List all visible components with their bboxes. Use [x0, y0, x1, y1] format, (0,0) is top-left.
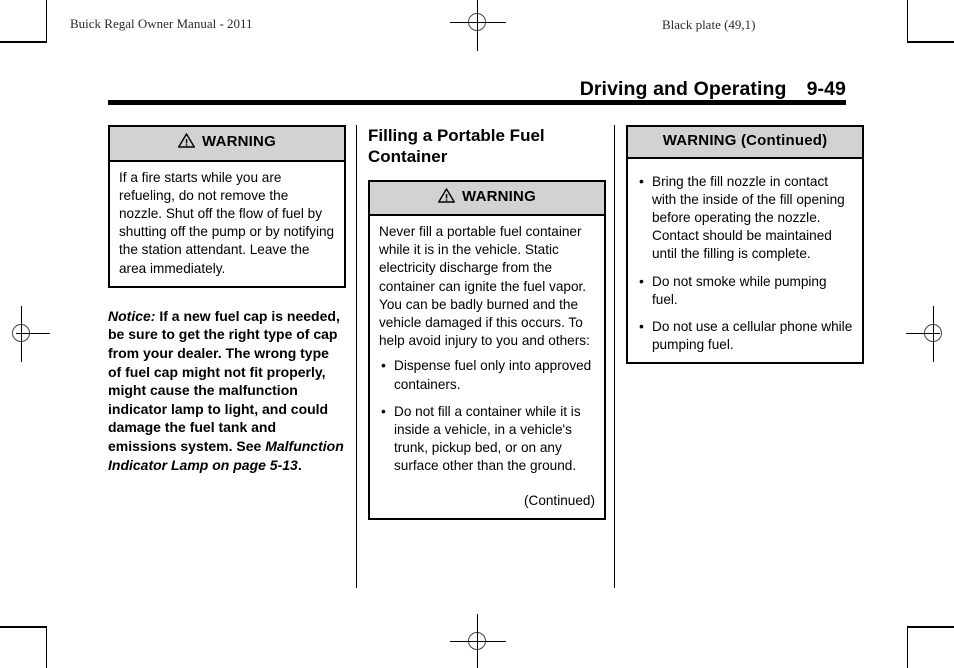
warning-box-body: If a fire starts while you are refueling…: [110, 162, 344, 286]
list-item: Dispense fuel only into approved contain…: [379, 356, 595, 393]
trim-mark-top-left-vertical: [46, 0, 47, 42]
notice-text: If a new fuel cap is needed, be sure to …: [108, 307, 340, 454]
warning-bullet-list: Dispense fuel only into approved contain…: [379, 356, 595, 476]
warning-box-header: WARNING: [110, 127, 344, 162]
warning-triangle-icon: [178, 133, 196, 153]
column-divider-2: [614, 125, 615, 588]
notice-paragraph: Notice: If a new fuel cap is needed, be …: [108, 307, 346, 474]
warning-label: WARNING: [462, 187, 536, 205]
registration-mark-right: [906, 306, 954, 362]
warning-box-continued: WARNING (Continued) Bring the fill nozzl…: [626, 125, 864, 365]
section-title: Driving and Operating: [579, 78, 787, 100]
trim-mark-top-right-vertical: [907, 0, 908, 42]
trim-mark-bottom-right-horizontal: [907, 626, 954, 628]
running-head-right: Black plate (49,1): [662, 17, 756, 32]
warning-text: If a fire starts while you are refueling…: [119, 169, 335, 276]
warning-bullet-list: Bring the fill nozzle in contact with th…: [637, 171, 853, 355]
running-head-left: Buick Regal Owner Manual - 2011: [70, 16, 253, 31]
column-1: WARNING If a fire starts while you are r…: [108, 125, 346, 474]
list-item: Do not smoke while pumping fuel.: [637, 272, 853, 309]
section-heading-rule: [108, 100, 846, 105]
trim-mark-top-right-horizontal: [907, 41, 954, 43]
trim-mark-bottom-left-vertical: [46, 626, 47, 668]
notice-tail: .: [297, 456, 302, 473]
continued-label: (Continued): [523, 492, 595, 508]
warning-label: WARNING (Continued): [662, 132, 828, 149]
registration-mark-left: [0, 306, 50, 362]
trim-mark-bottom-right-vertical: [907, 626, 908, 668]
column-divider-1: [356, 125, 357, 588]
warning-text: Never fill a portable fuel container whi…: [379, 224, 590, 349]
notice-label: Notice:: [108, 307, 156, 324]
warning-label: WARNING: [202, 133, 276, 150]
warning-box-header: WARNING (Continued): [628, 127, 862, 159]
trim-mark-top-left-horizontal: [0, 41, 47, 43]
warning-box-fire: WARNING If a fire starts while you are r…: [108, 125, 346, 288]
warning-box-portable-container: WARNING Never fill a portable fuel conta…: [368, 179, 606, 520]
registration-mark-top: [450, 0, 506, 51]
trim-mark-bottom-left-horizontal: [0, 626, 47, 628]
column-3: WARNING (Continued) Bring the fill nozzl…: [626, 125, 864, 365]
list-item: Do not use a cellular phone while pumpin…: [637, 317, 853, 354]
list-item: Do not fill a container while it is insi…: [379, 402, 595, 476]
section-heading: Driving and Operating 9-49: [108, 78, 846, 101]
warning-box-body: Bring the fill nozzle in contact with th…: [628, 159, 862, 363]
registration-mark-bottom: [450, 614, 506, 668]
warning-triangle-icon: [438, 187, 456, 208]
subsection-heading: Filling a Portable Fuel Container: [368, 126, 545, 167]
page-number: 9-49: [806, 78, 846, 100]
column-2: Filling a Portable Fuel Container WARNIN…: [368, 125, 606, 520]
manual-page: Buick Regal Owner Manual - 2011 Black pl…: [0, 0, 954, 668]
list-item: Bring the fill nozzle in contact with th…: [637, 171, 853, 264]
warning-box-header: WARNING: [370, 181, 604, 216]
warning-box-body: Never fill a portable fuel container whi…: [370, 216, 604, 518]
